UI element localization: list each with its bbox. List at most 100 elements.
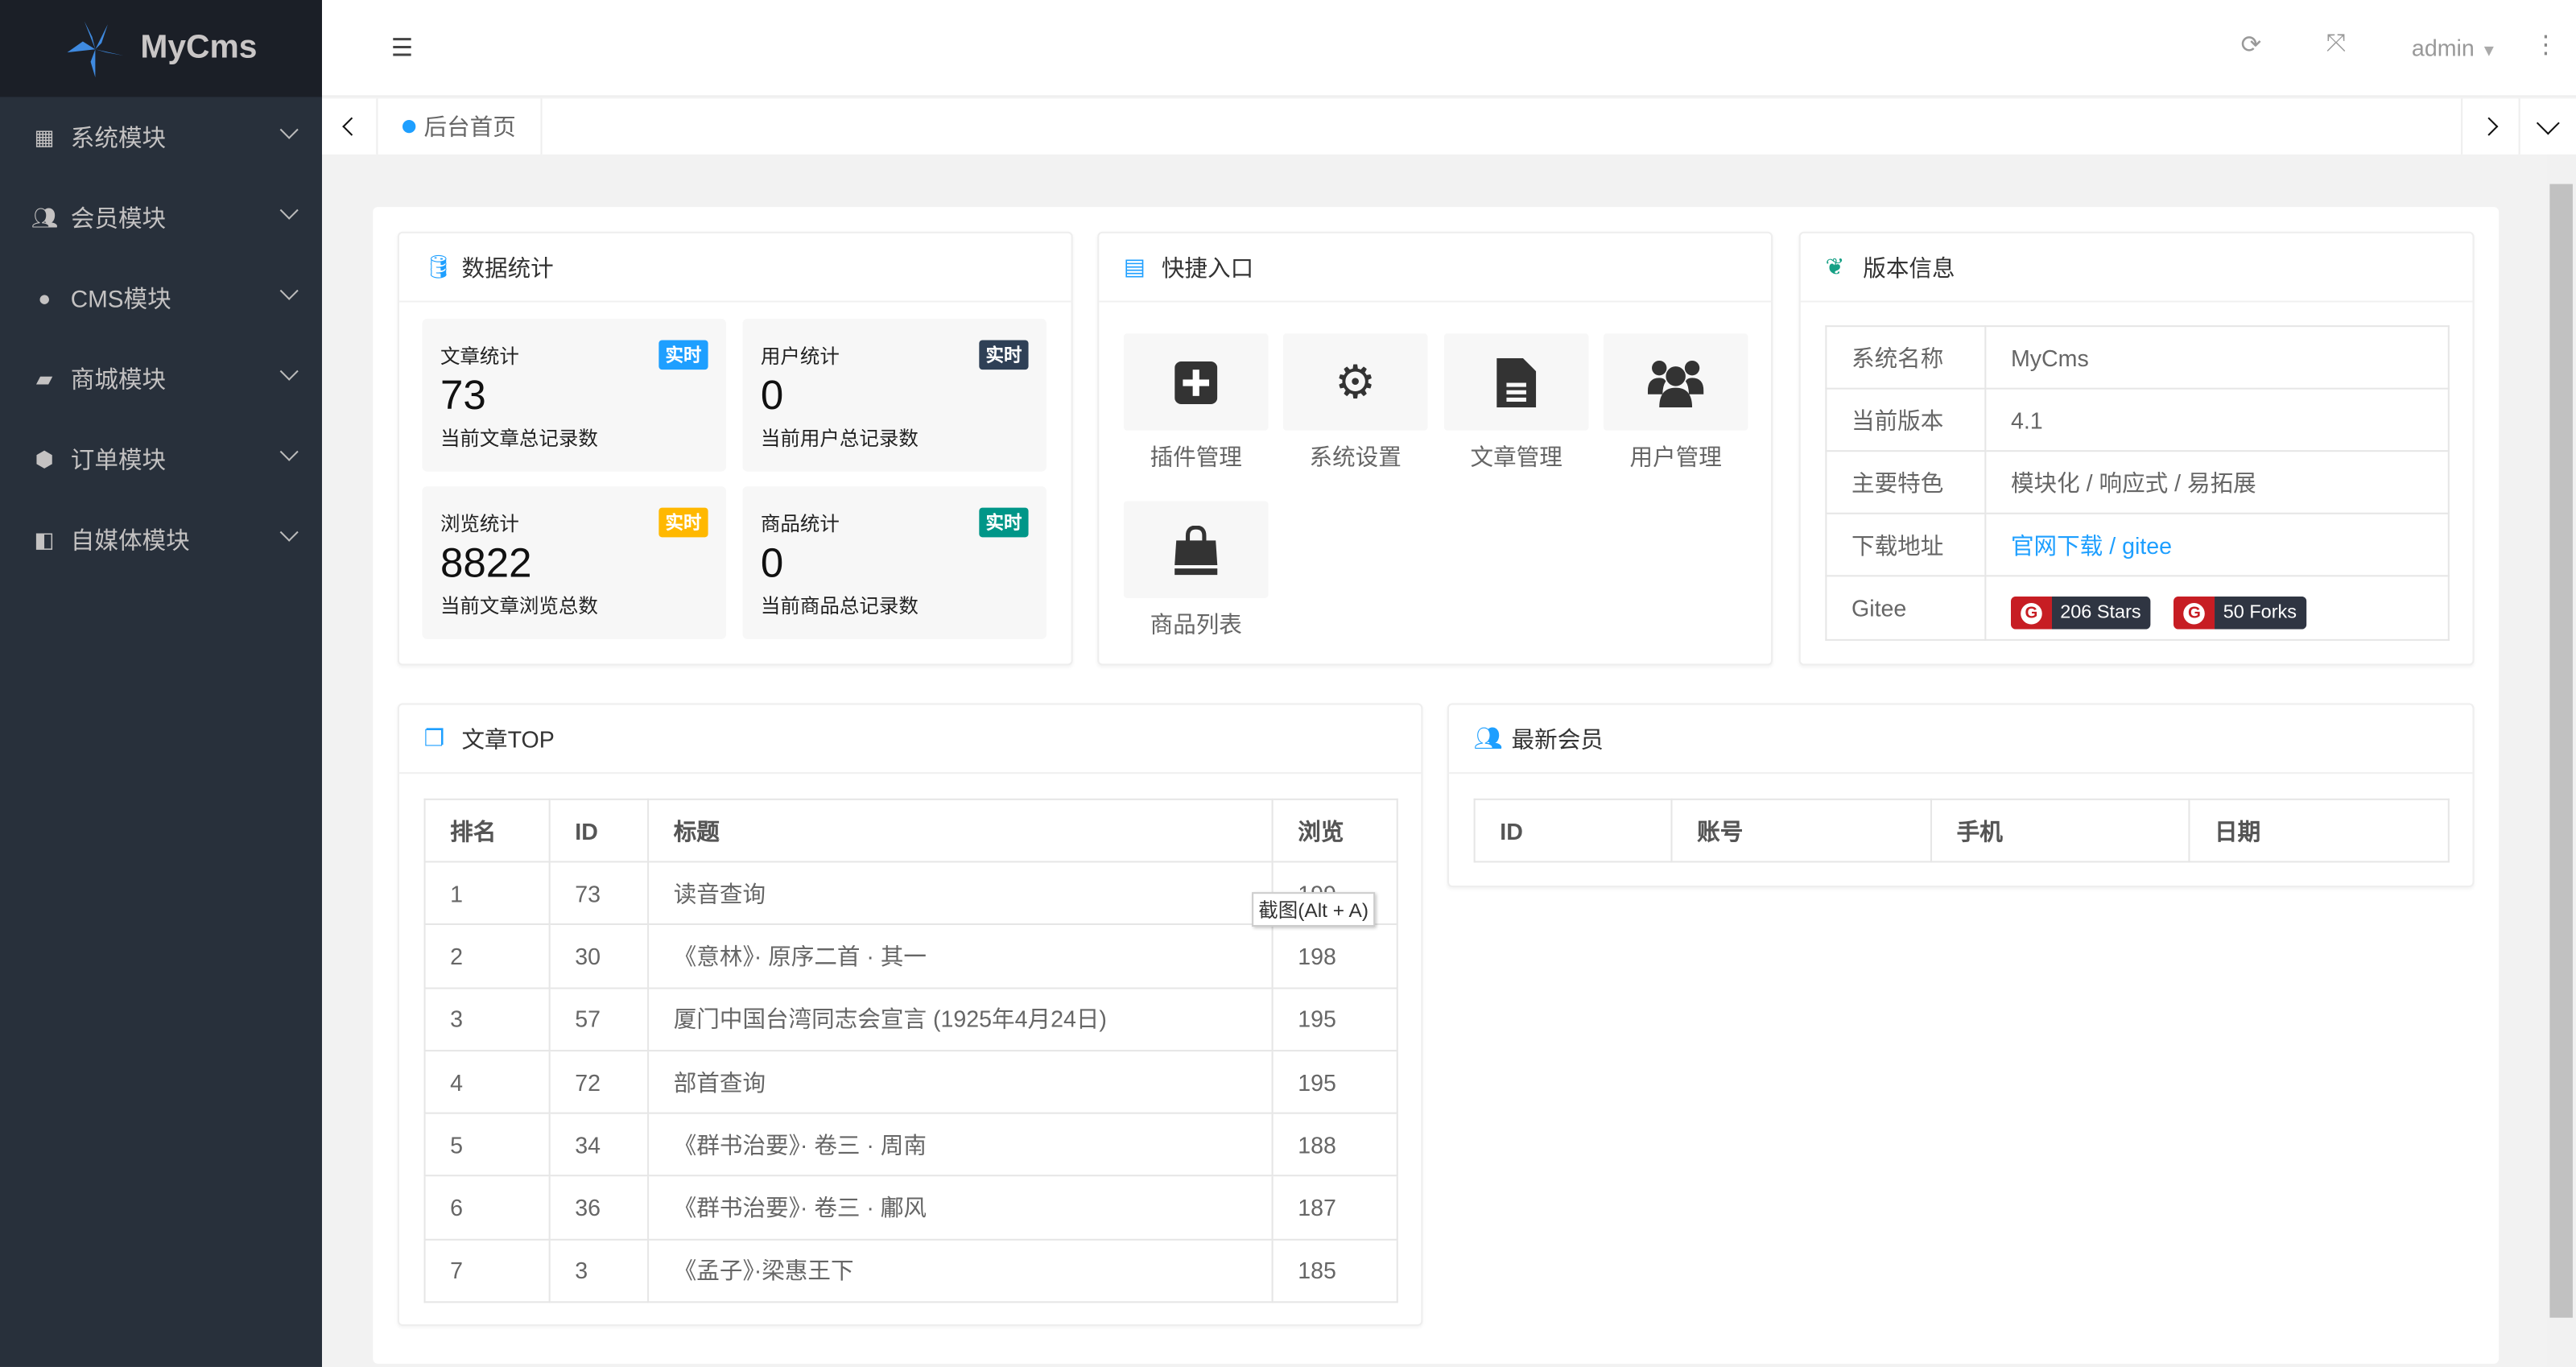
- id-cell: 73: [548, 861, 650, 926]
- shopping-bag-icon: ▰: [35, 365, 53, 390]
- column-header: 日期: [2188, 798, 2450, 863]
- version-value: MyCms: [1984, 325, 2450, 390]
- download-links: 官网下载 / gitee: [1984, 512, 2450, 577]
- shopping-bag-icon: [1174, 525, 1218, 575]
- quick-users[interactable]: 用户管理: [1603, 333, 1748, 473]
- column-header: 手机: [1930, 798, 2190, 863]
- id-cell: 72: [548, 1049, 650, 1115]
- tab-home[interactable]: 后台首页: [378, 98, 543, 155]
- cube-icon: ⬢: [35, 446, 54, 471]
- table-row: 6 36 《群书治要》· 卷三 · 鄘风 187: [423, 1175, 1398, 1241]
- realtime-badge: 实时: [979, 340, 1029, 370]
- stat-value: 0: [760, 540, 784, 587]
- logo[interactable]: MyCms: [0, 0, 323, 97]
- panel-title: 数据统计: [461, 254, 554, 280]
- chevron-down-icon: [2536, 111, 2560, 135]
- sidebar-item-orders[interactable]: ⬢ 订单模块: [0, 419, 322, 499]
- views-cell: 195: [1271, 986, 1398, 1051]
- panel-title: 版本信息: [1863, 254, 1955, 280]
- stat-card-users: 用户统计 0 当前用户总记录数 实时: [742, 318, 1047, 472]
- copy-icon: ❐: [423, 725, 445, 751]
- stats-panel: 🛢︎ 数据统计 文章统计 73 当前文章总记录数 实时 用户统计 0 当前用户总记录数 实时 …: [397, 231, 1073, 666]
- quick-products[interactable]: 商品列表: [1123, 501, 1269, 640]
- sidebar-item-label: 系统模块: [70, 126, 167, 153]
- article-table: 排名ID标题浏览 173读音查询199230《意林》· 原序二首 · 其一198…: [423, 798, 1398, 1303]
- scrollbar-thumb[interactable]: [2549, 184, 2573, 1318]
- chevron-down-icon: [279, 200, 299, 220]
- id-cell: 3: [548, 1238, 650, 1303]
- version-row: Gitee G 206 Stars G 50 Forks: [1825, 575, 2450, 641]
- version-panel: ❦ 版本信息 系统名称 MyCms 当前版本 4.1 主要特色 模块化 / 响应式 / …: [1798, 231, 2475, 666]
- tab-scroll-right-button[interactable]: [2461, 98, 2520, 155]
- tab-scroll-left-button[interactable]: [322, 98, 378, 155]
- tab-label: 后台首页: [423, 113, 516, 140]
- more-vertical-icon[interactable]: ⋮: [2533, 30, 2558, 60]
- title-cell[interactable]: 《孟子》·梁惠王下: [647, 1238, 1274, 1303]
- quick-settings[interactable]: ⚙ 系统设置: [1282, 333, 1428, 473]
- official-download-link[interactable]: 官网下载: [2011, 531, 2103, 558]
- users-icon: 👥︎: [31, 204, 59, 229]
- table-header: 排名 ID 标题 浏览: [423, 798, 1398, 863]
- version-key: 主要特色: [1825, 450, 1987, 514]
- chevron-down-icon: [279, 281, 299, 300]
- sidebar-item-label: 会员模块: [70, 207, 167, 233]
- article-top-panel: ❐文章TOP 排名ID标题浏览 173读音查询199230《意林》· 原序二首 …: [397, 703, 1423, 1326]
- rank-cell: 7: [423, 1238, 551, 1303]
- file-text-icon: [1496, 357, 1537, 407]
- tile-label: 用户管理: [1629, 444, 1722, 470]
- gitee-badges: G 206 Stars G 50 Forks: [1984, 575, 2450, 641]
- chevron-down-icon: [279, 522, 299, 542]
- stat-value: 73: [440, 373, 486, 419]
- stars-badge[interactable]: G 206 Stars: [2010, 596, 2151, 630]
- credit-card-icon: ▤: [1123, 253, 1146, 279]
- rank-cell: 4: [423, 1049, 551, 1115]
- app-name: MyCms: [140, 29, 258, 66]
- title-cell[interactable]: 《意林》· 原序二首 · 其一: [647, 923, 1274, 989]
- panel-title: 最新会员: [1511, 725, 1604, 752]
- forks-badge[interactable]: G 50 Forks: [2174, 596, 2307, 630]
- stat-desc: 当前文章浏览总数: [440, 594, 598, 618]
- user-menu[interactable]: admin ▼: [2412, 35, 2497, 61]
- menu-collapse-icon[interactable]: ☰: [391, 33, 413, 63]
- title-cell[interactable]: 《群书治要》· 卷三 · 周南: [647, 1113, 1274, 1178]
- stat-card-views: 浏览统计 8822 当前文章浏览总数 实时: [422, 486, 727, 639]
- tile-label: 商品列表: [1150, 611, 1242, 638]
- id-cell: 36: [548, 1175, 650, 1241]
- table-row: 3 57 厦门中国台湾同志会宣言 (1925年4月24日) 195: [423, 986, 1398, 1051]
- sidebar-item-members[interactable]: 👥︎ 会员模块: [0, 177, 322, 258]
- sidebar-item-label: 自媒体模块: [70, 529, 190, 555]
- sidebar-item-label: 商城模块: [70, 368, 167, 394]
- refresh-icon[interactable]: ⟳: [2241, 30, 2262, 60]
- sidebar-item-cms[interactable]: ● CMS模块: [0, 258, 322, 338]
- views-cell: 195: [1271, 1049, 1398, 1115]
- chevron-down-icon: [279, 442, 299, 461]
- compass-icon: ●: [38, 286, 52, 311]
- stat-desc: 当前商品总记录数: [760, 594, 919, 618]
- views-cell: 185: [1271, 1238, 1398, 1303]
- title-cell[interactable]: 部首查询: [647, 1049, 1274, 1115]
- title-cell[interactable]: 《群书治要》· 卷三 · 鄘风: [647, 1175, 1274, 1241]
- tab-options-button[interactable]: [2520, 98, 2576, 154]
- fullscreen-icon[interactable]: ⤧: [2326, 30, 2347, 58]
- sidebar-item-system[interactable]: ▦ 系统模块: [0, 97, 322, 177]
- version-key: 下载地址: [1825, 512, 1987, 577]
- gitee-link[interactable]: gitee: [2122, 531, 2172, 558]
- version-row: 下载地址 官网下载 / gitee: [1825, 512, 2450, 577]
- sidebar-item-shop[interactable]: ▰ 商城模块: [0, 338, 322, 419]
- sidebar-item-media[interactable]: ◧ 自媒体模块: [0, 499, 322, 580]
- quick-plugins[interactable]: 插件管理: [1123, 333, 1269, 473]
- version-row: 当前版本 4.1: [1825, 387, 2450, 452]
- title-cell[interactable]: 厦门中国台湾同志会宣言 (1925年4月24日): [647, 986, 1274, 1051]
- id-cell: 57: [548, 986, 650, 1051]
- column-header: 排名: [423, 798, 551, 863]
- quick-articles[interactable]: 文章管理: [1443, 333, 1589, 473]
- chevron-left-icon: [342, 117, 361, 136]
- title-cell[interactable]: 读音查询: [647, 861, 1274, 926]
- stat-desc: 当前用户总记录数: [760, 427, 919, 451]
- tile-label: 系统设置: [1309, 444, 1402, 470]
- table-row: 5 34 《群书治要》· 卷三 · 周南 188: [423, 1113, 1398, 1178]
- views-cell: 187: [1271, 1175, 1398, 1241]
- chevron-down-icon: [279, 361, 299, 381]
- version-value: 模块化 / 响应式 / 易拓展: [1984, 450, 2450, 514]
- database-icon: 🛢︎: [423, 253, 453, 279]
